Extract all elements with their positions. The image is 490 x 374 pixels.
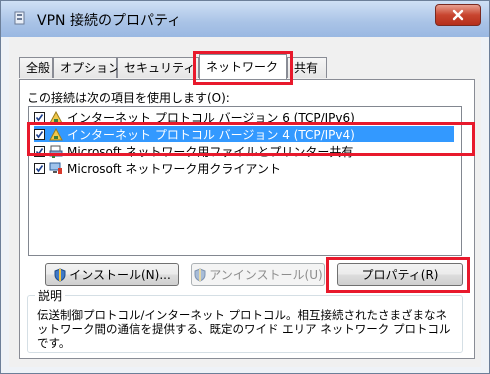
uninstall-button[interactable]: アンインストール(U): [191, 263, 325, 286]
close-button[interactable]: [435, 4, 481, 26]
network-client-checkbox[interactable]: [34, 162, 45, 174]
uninstall-button-label: アンインストール(U): [209, 268, 323, 282]
properties-dialog: VPN 接続のプロパティ 全般 オプション セキュリティ ネットワーク 共有 こ…: [0, 0, 490, 374]
list-item-ipv4[interactable]: インターネット プロトコル バージョン 4 (TCP/IPv4): [34, 126, 454, 142]
title-bar[interactable]: VPN 接続のプロパティ: [1, 1, 489, 37]
list-item-label: インターネット プロトコル バージョン 6 (TCP/IPv6): [67, 110, 355, 125]
check-icon: [35, 147, 44, 155]
shield-icon: [194, 267, 206, 282]
list-item-network-client[interactable]: Microsoft ネットワーク用クライアント: [34, 160, 454, 176]
install-button-label: インストール(N)...: [69, 268, 171, 282]
list-item-file-printer-sharing[interactable]: Microsoft ネットワーク用ファイルとプリンター共有: [34, 143, 454, 159]
description-text: 伝送制御プロトコル/インターネット プロトコル。相互接続されたさまざまなネットワ…: [37, 308, 451, 350]
ipv6-checkbox[interactable]: [34, 111, 45, 123]
install-button[interactable]: インストール(N)...: [45, 263, 179, 286]
properties-button-label: プロパティ(R): [361, 268, 439, 282]
description-legend: 説明: [35, 287, 66, 304]
tab-general[interactable]: 全般: [19, 57, 53, 78]
items-heading: この接続は次の項目を使用します(O):: [27, 91, 230, 105]
file-printer-share-icon: [49, 145, 63, 158]
tab-network[interactable]: ネットワーク: [199, 54, 287, 79]
list-item-ipv6[interactable]: インターネット プロトコル バージョン 6 (TCP/IPv6): [34, 109, 454, 125]
window-title: VPN 接続のプロパティ: [37, 13, 182, 29]
tab-label: 共有: [294, 61, 319, 75]
tab-label: ネットワーク: [206, 60, 279, 74]
network-protocol-icon: [49, 110, 63, 123]
list-item-label: Microsoft ネットワーク用クライアント: [67, 161, 281, 176]
connection-icon: [14, 11, 25, 25]
tab-options[interactable]: オプション: [53, 57, 121, 78]
shield-icon: [54, 267, 66, 282]
check-icon: [35, 164, 44, 172]
tab-label: オプション: [60, 61, 121, 75]
network-client-icon: [49, 162, 62, 174]
tab-label: 全般: [26, 61, 51, 75]
close-icon: [452, 9, 464, 21]
properties-button[interactable]: プロパティ(R): [337, 263, 463, 286]
tab-sharing[interactable]: 共有: [287, 57, 327, 78]
ipv4-checkbox[interactable]: [34, 128, 45, 140]
tab-security[interactable]: セキュリティ: [117, 57, 199, 78]
check-icon: [35, 130, 44, 138]
tab-label: セキュリティ: [124, 61, 196, 75]
list-item-label: Microsoft ネットワーク用ファイルとプリンター共有: [67, 144, 354, 159]
file-printer-sharing-checkbox[interactable]: [34, 145, 45, 157]
items-listbox[interactable]: インターネット プロトコル バージョン 6 (TCP/IPv6) インターネット…: [28, 106, 462, 256]
check-icon: [35, 113, 44, 121]
list-item-label: インターネット プロトコル バージョン 4 (TCP/IPv4): [67, 127, 355, 142]
network-protocol-icon: [49, 127, 63, 140]
